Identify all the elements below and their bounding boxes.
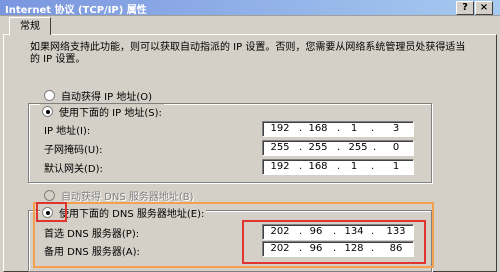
mask-octet-4: 0	[392, 142, 400, 153]
subnet-mask-label: 子网掩码(U):	[44, 145, 103, 156]
mask-octet-3: 255	[348, 142, 368, 153]
ip-manual-option[interactable]: 使用下面的 IP 地址(S):	[40, 104, 164, 119]
ip-octet-1: 192	[270, 123, 290, 134]
mask-octet-1: 255	[270, 142, 290, 153]
ip-manual-label: 使用下面的 IP 地址(S):	[59, 108, 162, 119]
dns-auto-option[interactable]: 自动获得 DNS 服务器地址(B)	[44, 188, 194, 203]
dns-values-highlight	[242, 220, 426, 264]
tab-general[interactable]: 常规	[9, 17, 51, 35]
subnet-mask-input[interactable]: 255 . 255 . 255 . 0	[262, 140, 414, 156]
title-bar: Internet 协议 (TCP/IP) 属性 ? ×	[0, 0, 500, 16]
window-title: Internet 协议 (TCP/IP) 属性	[5, 5, 147, 16]
ip-manual-radio[interactable]	[42, 106, 53, 117]
gateway-octet-2: 168	[308, 161, 328, 172]
ip-address-label: IP 地址(I):	[44, 126, 91, 137]
ip-octet-2: 168	[308, 123, 328, 134]
gateway-label: 默认网关(D):	[44, 164, 103, 175]
ip-auto-radio[interactable]	[44, 90, 55, 101]
ip-auto-option[interactable]: 自动获得 IP 地址(O)	[44, 88, 152, 103]
ip-address-input[interactable]: 192 . 168 . 1 . 3	[262, 121, 414, 137]
description-text: 如果网络支持此功能，则可以获取自动指派的 IP 设置。否则，您需要从网络系统管理…	[30, 42, 466, 65]
dns-auto-label: 自动获得 DNS 服务器地址(B)	[61, 192, 194, 203]
mask-octet-2: 255	[308, 142, 328, 153]
gateway-octet-4: 1	[392, 161, 400, 172]
dns-auto-radio[interactable]	[44, 190, 55, 201]
gateway-input[interactable]: 192 . 168 . 1 . 1	[262, 159, 414, 175]
ip-octet-4: 3	[392, 123, 400, 134]
gateway-octet-3: 1	[350, 161, 358, 172]
ip-auto-label: 自动获得 IP 地址(O)	[61, 92, 153, 103]
gateway-octet-1: 192	[270, 161, 290, 172]
ip-octet-3: 1	[350, 123, 358, 134]
help-button[interactable]: ?	[456, 1, 474, 15]
close-button[interactable]: ×	[475, 1, 493, 15]
dns-radio-highlight	[36, 202, 67, 222]
